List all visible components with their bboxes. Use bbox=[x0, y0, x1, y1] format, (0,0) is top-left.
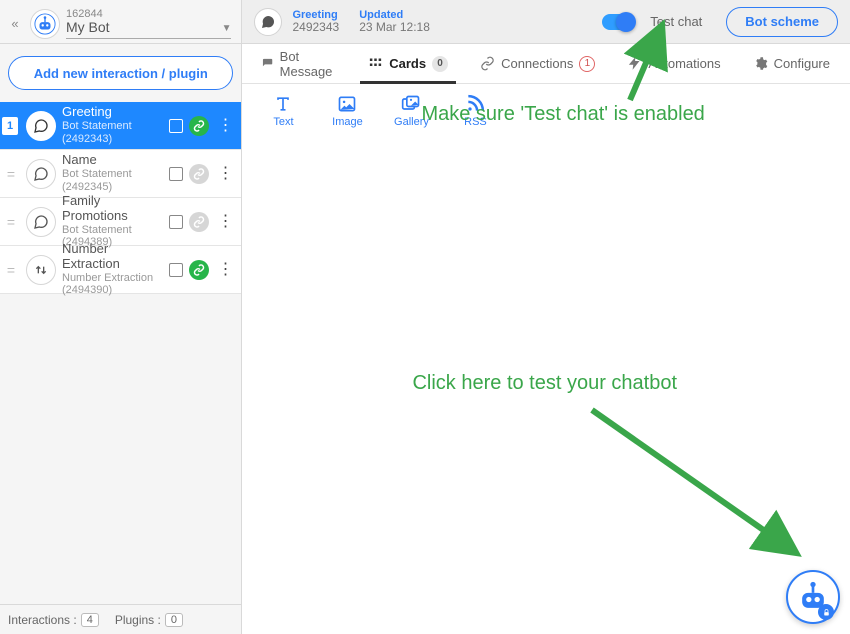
tab-label: Cards bbox=[389, 56, 426, 71]
main-panel: Greeting 2492343 Updated 23 Mar 12:18 Te… bbox=[242, 0, 850, 634]
speech-icon bbox=[26, 159, 56, 189]
interactions-label: Interactions : bbox=[8, 613, 77, 627]
test-chat-label: Test chat bbox=[650, 14, 702, 29]
chat-icon bbox=[262, 56, 273, 71]
interactions-count: 4 bbox=[81, 613, 99, 627]
tool-label: Text bbox=[273, 116, 293, 128]
annotation-arrow-2 bbox=[582, 400, 812, 580]
annotation-text-2: Click here to test your chatbot bbox=[412, 372, 677, 395]
tab-label: Configure bbox=[774, 56, 830, 71]
tab-automations[interactable]: Automations bbox=[613, 44, 734, 83]
add-interaction-button[interactable]: Add new interaction / plugin bbox=[8, 56, 233, 90]
interaction-subtitle: Bot Statement (2492345) bbox=[62, 168, 169, 193]
interaction-type-icon bbox=[254, 8, 282, 36]
chevron-down-icon: ▼ bbox=[222, 23, 232, 34]
breadcrumb-value: 23 Mar 12:18 bbox=[359, 21, 430, 34]
tab-configure[interactable]: Configure bbox=[739, 44, 844, 83]
lock-icon bbox=[822, 608, 831, 617]
lightning-icon bbox=[627, 56, 642, 71]
interaction-row[interactable]: = Number Extraction Number Extraction (2… bbox=[0, 246, 241, 294]
gallery-icon bbox=[401, 94, 421, 114]
connections-count-pill: 1 bbox=[579, 56, 595, 72]
test-chat-fab[interactable] bbox=[786, 570, 840, 624]
link-chip-on[interactable] bbox=[189, 116, 209, 136]
test-chat-toggle[interactable] bbox=[602, 14, 634, 30]
robot-icon bbox=[34, 13, 56, 35]
cards-count-pill: 0 bbox=[432, 56, 448, 72]
interaction-title: Number Extraction bbox=[62, 242, 169, 272]
tab-label: Connections bbox=[501, 56, 573, 71]
drag-handle-icon[interactable]: = bbox=[2, 166, 20, 182]
sidebar: « 162844 My Bot ▼ Add new interaction / … bbox=[0, 0, 242, 634]
bot-name-label: My Bot bbox=[66, 20, 110, 35]
interaction-checkbox[interactable] bbox=[169, 167, 183, 181]
fab-lock-badge bbox=[818, 604, 834, 620]
interaction-title: Greeting bbox=[62, 105, 169, 120]
interaction-menu-button[interactable]: ⋮ bbox=[215, 262, 235, 278]
tool-image[interactable]: Image bbox=[326, 94, 368, 128]
interaction-title: Family Promotions bbox=[62, 194, 169, 224]
interaction-list: 1 Greeting Bot Statement (2492343) ⋮ = N… bbox=[0, 102, 241, 604]
tool-label: Image bbox=[332, 116, 363, 128]
interaction-menu-button[interactable]: ⋮ bbox=[215, 214, 235, 230]
interaction-order-badge: 1 bbox=[2, 117, 18, 135]
interaction-subtitle: Number Extraction (2494390) bbox=[62, 272, 169, 297]
interaction-menu-button[interactable]: ⋮ bbox=[215, 118, 235, 134]
tab-label: Bot Message bbox=[280, 49, 337, 79]
breadcrumb-updated: Updated 23 Mar 12:18 bbox=[359, 9, 430, 34]
interaction-checkbox[interactable] bbox=[169, 215, 183, 229]
plugins-count: 0 bbox=[165, 613, 183, 627]
annotation-text-1: Make sure 'Test chat' is enabled bbox=[421, 103, 704, 126]
interaction-checkbox[interactable] bbox=[169, 263, 183, 277]
tab-connections[interactable]: Connections 1 bbox=[466, 44, 609, 83]
sidebar-header: « 162844 My Bot ▼ bbox=[0, 0, 241, 44]
sidebar-footer: Interactions : 4 Plugins : 0 bbox=[0, 604, 241, 634]
interaction-title: Name bbox=[62, 153, 169, 168]
interaction-subtitle: Bot Statement (2492343) bbox=[62, 120, 169, 145]
speech-icon bbox=[26, 111, 56, 141]
interaction-checkbox[interactable] bbox=[169, 119, 183, 133]
plugins-label: Plugins : bbox=[115, 613, 161, 627]
tab-bot-message[interactable]: Bot Message bbox=[248, 44, 350, 83]
tab-cards[interactable]: Cards 0 bbox=[354, 44, 462, 83]
bot-selector[interactable]: My Bot ▼ bbox=[66, 20, 231, 38]
bot-avatar[interactable] bbox=[30, 9, 60, 39]
breadcrumb-value: 2492343 bbox=[292, 21, 339, 34]
topbar: Greeting 2492343 Updated 23 Mar 12:18 Te… bbox=[242, 0, 850, 44]
tabs: Bot Message Cards 0 Connections 1 Automa… bbox=[242, 44, 850, 84]
interaction-row[interactable]: = Name Bot Statement (2492345) ⋮ bbox=[0, 150, 241, 198]
link-icon bbox=[480, 56, 495, 71]
updown-icon bbox=[26, 255, 56, 285]
drag-handle-icon[interactable]: = bbox=[2, 262, 20, 278]
drag-handle-icon[interactable]: = bbox=[2, 214, 20, 230]
image-icon bbox=[337, 94, 357, 114]
bot-scheme-button[interactable]: Bot scheme bbox=[726, 7, 838, 37]
text-icon bbox=[273, 94, 293, 114]
tab-label: Automations bbox=[648, 56, 720, 71]
link-chip-on[interactable] bbox=[189, 260, 209, 280]
interaction-row[interactable]: 1 Greeting Bot Statement (2492343) ⋮ bbox=[0, 102, 241, 150]
link-chip-off[interactable] bbox=[189, 212, 209, 232]
grid-icon bbox=[368, 56, 383, 71]
collapse-sidebar-button[interactable]: « bbox=[6, 16, 24, 31]
interaction-menu-button[interactable]: ⋮ bbox=[215, 166, 235, 182]
tool-text[interactable]: Text bbox=[262, 94, 304, 128]
gear-icon bbox=[753, 56, 768, 71]
interaction-row[interactable]: = Family Promotions Bot Statement (24943… bbox=[0, 198, 241, 246]
breadcrumb-interaction: Greeting 2492343 bbox=[292, 9, 339, 34]
speech-icon bbox=[26, 207, 56, 237]
link-chip-off[interactable] bbox=[189, 164, 209, 184]
